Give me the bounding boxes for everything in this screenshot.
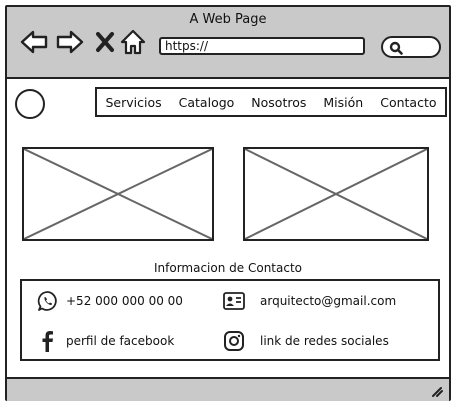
search-button[interactable]	[381, 36, 441, 58]
contact-phone-text: +52 000 000 00 00	[66, 294, 183, 308]
nav-item-nosotros[interactable]: Nosotros	[251, 95, 306, 110]
home-button[interactable]	[119, 27, 149, 57]
image-placeholder-icon	[245, 149, 427, 239]
contact-heading: Informacion de Contacto	[153, 261, 302, 275]
contact-facebook-text: perfil de facebook	[66, 334, 175, 348]
url-input[interactable]: https://	[159, 37, 365, 55]
contact-email-text: arquitecto@gmail.com	[260, 294, 397, 308]
contact-info-box: +52 000 000 00 00 arquitecto@gmail.com p…	[20, 279, 440, 361]
contact-email[interactable]: arquitecto@gmail.com	[222, 289, 396, 313]
contact-social[interactable]: link de redes sociales	[222, 329, 389, 353]
nav-item-catalogo[interactable]: Catalogo	[179, 95, 235, 110]
image-placeholder-left	[22, 147, 214, 241]
image-placeholder-right	[243, 147, 429, 241]
nav-item-contacto[interactable]: Contacto	[380, 95, 436, 110]
instagram-icon	[222, 329, 246, 353]
forward-button[interactable]	[55, 27, 85, 57]
nav-item-mision[interactable]: Misión	[323, 95, 363, 110]
id-card-icon	[222, 289, 246, 313]
facebook-icon	[36, 329, 60, 353]
whatsapp-icon	[36, 289, 60, 313]
nav-menu: Servicios Catalogo Nosotros Misión Conta…	[95, 87, 447, 117]
home-icon	[120, 29, 146, 55]
contact-phone[interactable]: +52 000 000 00 00	[36, 289, 183, 313]
browser-toolbar: A Web Page https://	[7, 7, 449, 79]
site-logo[interactable]	[15, 89, 45, 119]
search-icon	[389, 41, 403, 55]
back-button[interactable]	[19, 27, 49, 57]
contact-social-text: link de redes sociales	[260, 334, 389, 348]
arrow-right-icon	[56, 30, 84, 54]
resize-handle-icon[interactable]	[429, 383, 443, 397]
arrow-left-icon	[20, 30, 48, 54]
window-title: A Web Page	[189, 12, 267, 27]
browser-window: A Web Page https:// Servicios Catalogo N…	[5, 5, 451, 401]
nav-item-servicios[interactable]: Servicios	[106, 95, 162, 110]
status-bar	[7, 377, 449, 401]
contact-facebook[interactable]: perfil de facebook	[36, 329, 174, 353]
close-icon	[96, 32, 114, 52]
image-placeholder-icon	[24, 149, 212, 239]
